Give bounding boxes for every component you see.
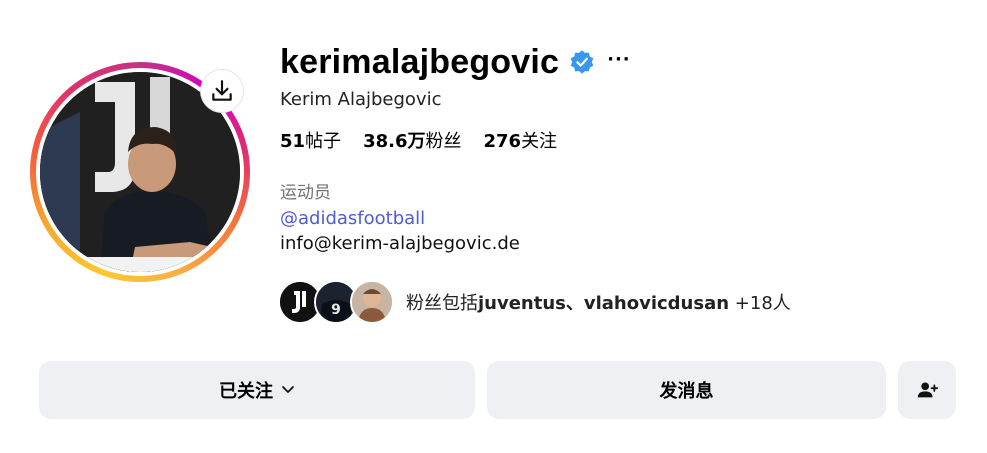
following-button-label: 已关注 bbox=[219, 381, 273, 402]
download-icon bbox=[212, 80, 232, 101]
more-options-button[interactable]: ··· bbox=[607, 49, 631, 70]
followers-count[interactable]: 38.6万粉丝 bbox=[363, 127, 461, 153]
bio-mention-link[interactable]: @adidasfootball bbox=[280, 208, 425, 229]
bio-text: info@kerim-alajbegovic.de bbox=[280, 233, 520, 254]
posts-count: 51帖子 bbox=[280, 131, 342, 152]
full-name: Kerim Alajbegovic bbox=[280, 89, 442, 110]
profile-header: kerimalajbegovic ··· bbox=[280, 40, 631, 84]
account-category: 运动员 bbox=[280, 183, 331, 203]
following-button[interactable]: 已关注 bbox=[39, 361, 475, 419]
verified-badge-icon bbox=[569, 49, 595, 75]
follower-avatars: 9 bbox=[278, 280, 400, 324]
download-avatar-button[interactable] bbox=[201, 70, 243, 112]
username: kerimalajbegovic bbox=[280, 42, 560, 81]
profile-stats: 51帖子 38.6万粉丝 276关注 bbox=[280, 127, 579, 153]
followed-by-text: 粉丝包括juventus、vlahovicdusan +18人 bbox=[406, 293, 791, 314]
followed-by[interactable]: 9 粉丝包括juventus、vlahovicdusan +18人 bbox=[278, 280, 791, 324]
svg-text:9: 9 bbox=[331, 302, 341, 318]
suggested-accounts-button[interactable] bbox=[898, 361, 956, 419]
follower-avatar-other bbox=[350, 280, 394, 324]
message-button-label: 发消息 bbox=[659, 381, 714, 402]
following-count[interactable]: 276关注 bbox=[483, 127, 557, 153]
chevron-down-icon bbox=[281, 380, 295, 401]
add-person-icon bbox=[917, 382, 938, 398]
message-button[interactable]: 发消息 bbox=[487, 361, 886, 419]
